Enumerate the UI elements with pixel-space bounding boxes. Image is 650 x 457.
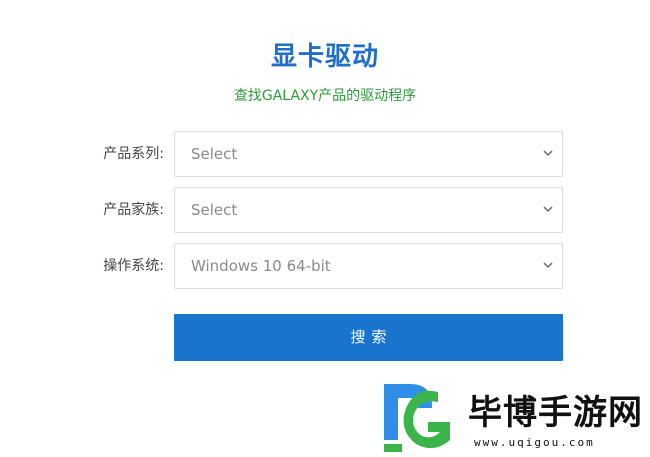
product-series-label: 产品系列: [103, 146, 164, 162]
chevron-down-icon [543, 150, 553, 157]
product-family-value: Select [191, 201, 238, 219]
watermark-url: www.uqigou.com [474, 436, 595, 449]
product-series-value: Select [191, 145, 238, 163]
chevron-down-icon [543, 206, 553, 213]
product-series-select[interactable]: Select [174, 131, 563, 177]
watermark-brand-text: 毕博手游网 [468, 393, 643, 433]
chevron-down-icon [543, 262, 553, 269]
search-button[interactable]: 搜索 [174, 314, 563, 361]
page-subtitle: 查找GALAXY产品的驱动程序 [233, 88, 417, 104]
product-series-row: 产品系列: Select [0, 131, 650, 177]
operating-system-row: 操作系统: Windows 10 64-bit [0, 243, 650, 289]
driver-download-page: 显卡驱动 查找GALAXY产品的驱动程序 产品系列: Select 产品家族: … [0, 0, 650, 457]
page-title: 显卡驱动 [270, 42, 379, 72]
product-family-select[interactable]: Select [174, 187, 563, 233]
operating-system-label: 操作系统: [103, 258, 164, 274]
watermark-logo-icon [384, 384, 450, 452]
watermark: 毕博手游网 www.uqigou.com [380, 362, 650, 457]
operating-system-value: Windows 10 64-bit [191, 257, 331, 275]
operating-system-select[interactable]: Windows 10 64-bit [174, 243, 563, 289]
product-family-row: 产品家族: Select [0, 187, 650, 233]
product-family-label: 产品家族: [103, 202, 164, 218]
